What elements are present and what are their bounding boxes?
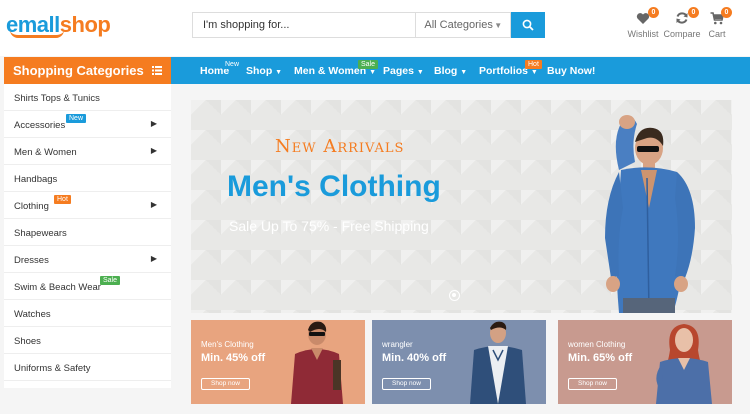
caret-down-icon: ▼ bbox=[416, 69, 424, 76]
list-menu-icon bbox=[152, 66, 162, 75]
promo-tag: women Clothing bbox=[568, 340, 626, 349]
chevron-right-icon: ▶ bbox=[150, 146, 157, 155]
promo-model-image bbox=[656, 324, 712, 404]
nav-blog[interactable]: Blog ▼ bbox=[434, 65, 467, 77]
nav-men-women[interactable]: Men & Women ▼ Sale bbox=[294, 60, 379, 77]
nav-men-women-label: Men & Women bbox=[294, 65, 367, 77]
slider-dot[interactable] bbox=[449, 290, 460, 301]
sidebar-item-label: Swim & Beach Wear bbox=[14, 282, 101, 293]
sidebar-item-tag: Sale bbox=[100, 276, 121, 285]
header: emallshop All Categories ▼ 0 Wishlist bbox=[0, 0, 750, 56]
search-button[interactable] bbox=[511, 12, 545, 38]
hero-banner[interactable]: New Arrivals Men's Clothing Sale Up To 7… bbox=[191, 100, 732, 313]
shop-now-button[interactable]: Shop now bbox=[568, 378, 617, 390]
sidebar-item-label: Watches bbox=[14, 309, 51, 320]
nav-buy-now[interactable]: Buy Now! bbox=[547, 65, 595, 77]
sidebar-item-swim-beach-wear[interactable]: Swim & Beach Wear Sale bbox=[4, 273, 171, 300]
sidebar-item-men-women[interactable]: Men & Women ▶ bbox=[4, 138, 171, 165]
hero-title: Men's Clothing bbox=[227, 170, 441, 203]
chevron-down-icon: ▼ bbox=[494, 20, 503, 30]
search-icon bbox=[522, 19, 534, 31]
sidebar-item-label: Shoes bbox=[14, 336, 41, 347]
search-input[interactable] bbox=[192, 12, 416, 38]
promo-card-wrangler[interactable]: wrangler Min. 40% off Shop now bbox=[372, 320, 546, 404]
cart-link[interactable]: 0 Cart bbox=[697, 7, 737, 39]
logo-text-shop: shop bbox=[59, 12, 111, 37]
shopping-categories-toggle[interactable]: Shopping Categories bbox=[4, 57, 171, 84]
sidebar-item-uniforms-safety[interactable]: Uniforms & Safety bbox=[4, 354, 171, 381]
hero-subtitle: New Arrivals bbox=[275, 136, 405, 157]
sidebar-item-clothing[interactable]: Clothing Hot ▶ bbox=[4, 192, 171, 219]
sidebar-item-tag: New bbox=[66, 114, 87, 123]
compare-link[interactable]: 0 Compare bbox=[662, 7, 702, 39]
hero-shipping-text: Sale Up To 75% - Free Shipping bbox=[229, 218, 429, 234]
main-nav: Home New Shop ▼ Men & Women ▼ Sale Pages… bbox=[171, 57, 750, 84]
shopping-categories-title: Shopping Categories bbox=[13, 63, 144, 78]
nav-portfolios-label: Portfolios bbox=[479, 65, 528, 77]
wishlist-link[interactable]: 0 Wishlist bbox=[623, 7, 663, 39]
nav-pages-label: Pages bbox=[383, 65, 414, 77]
sidebar-item-label: Shirts Tops & Tunics bbox=[14, 93, 100, 104]
promo-model-image bbox=[470, 321, 526, 404]
promo-discount: Min. 40% off bbox=[382, 352, 447, 364]
sidebar-item-shoes[interactable]: Shoes bbox=[4, 327, 171, 354]
promo-tag: wrangler bbox=[382, 340, 413, 349]
sidebar-item-label: Accessories bbox=[14, 120, 66, 131]
sidebar-item-handbags[interactable]: Handbags bbox=[4, 165, 171, 192]
hero-model-image bbox=[605, 115, 695, 313]
nav-shop-label: Shop bbox=[246, 65, 273, 77]
logo-smile-mark bbox=[10, 30, 64, 38]
nav-buy-now-label: Buy Now! bbox=[547, 65, 596, 77]
search-bar: All Categories ▼ bbox=[192, 12, 545, 38]
chevron-right-icon: ▶ bbox=[150, 254, 157, 263]
caret-down-icon: ▼ bbox=[460, 69, 468, 76]
wishlist-label: Wishlist bbox=[627, 29, 659, 39]
shop-now-button[interactable]: Shop now bbox=[201, 378, 250, 390]
sidebar-item-label: Uniforms & Safety bbox=[14, 363, 91, 374]
category-select[interactable]: All Categories ▼ bbox=[415, 12, 512, 38]
caret-down-icon: ▼ bbox=[275, 69, 283, 76]
promo-tag: Men's Clothing bbox=[201, 340, 254, 349]
category-sidebar: Shirts Tops & Tunics Accessories New ▶ M… bbox=[4, 84, 171, 388]
cart-count-badge: 0 bbox=[721, 7, 732, 18]
category-select-value: All Categories bbox=[424, 19, 493, 31]
nav-men-women-tag: Sale bbox=[358, 60, 379, 69]
sidebar-item-tag: Hot bbox=[54, 195, 71, 204]
nav-home[interactable]: Home New bbox=[200, 60, 243, 77]
refresh-icon bbox=[676, 12, 688, 24]
promo-model-image bbox=[291, 321, 343, 404]
sidebar-item-shirts-tops-tunics[interactable]: Shirts Tops & Tunics bbox=[4, 84, 171, 111]
nav-portfolios[interactable]: Portfolios ▼ Hot bbox=[479, 60, 542, 77]
promo-discount: Min. 45% off bbox=[201, 352, 266, 364]
nav-home-tag: New bbox=[222, 60, 243, 69]
sidebar-item-label: Dresses bbox=[14, 255, 49, 266]
caret-down-icon: ▼ bbox=[530, 69, 538, 76]
nav-pages[interactable]: Pages ▼ bbox=[383, 65, 424, 77]
sidebar-item-label: Clothing bbox=[14, 201, 49, 212]
nav-portfolios-tag: Hot bbox=[525, 60, 542, 69]
chevron-right-icon: ▶ bbox=[150, 119, 157, 128]
promo-discount: Min. 65% off bbox=[568, 352, 633, 364]
caret-down-icon: ▼ bbox=[369, 69, 377, 76]
chevron-right-icon: ▶ bbox=[150, 200, 157, 209]
nav-shop[interactable]: Shop ▼ bbox=[246, 65, 282, 77]
sidebar-item-label: Shapewears bbox=[14, 228, 67, 239]
sidebar-item-label: Men & Women bbox=[14, 147, 77, 158]
sidebar-item-watches[interactable]: Watches bbox=[4, 300, 171, 327]
sidebar-item-label: Handbags bbox=[14, 174, 58, 185]
compare-label: Compare bbox=[663, 29, 701, 39]
promo-card-mens-clothing[interactable]: Men's Clothing Min. 45% off Shop now bbox=[191, 320, 365, 404]
promo-card-women-clothing[interactable]: women Clothing Min. 65% off Shop now bbox=[558, 320, 732, 404]
sidebar-item-shapewears[interactable]: Shapewears bbox=[4, 219, 171, 246]
wishlist-count-badge: 0 bbox=[648, 7, 659, 18]
shop-now-button[interactable]: Shop now bbox=[382, 378, 431, 390]
sidebar-item-accessories[interactable]: Accessories New ▶ bbox=[4, 111, 171, 138]
cart-label: Cart bbox=[708, 29, 726, 39]
sidebar-item-dresses[interactable]: Dresses ▶ bbox=[4, 246, 171, 273]
nav-blog-label: Blog bbox=[434, 65, 458, 77]
